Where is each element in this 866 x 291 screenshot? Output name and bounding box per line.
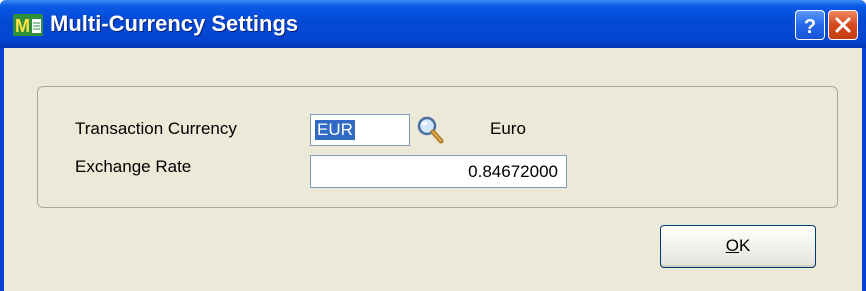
magnifier-lookup-icon[interactable]	[415, 113, 445, 147]
transaction-currency-value: EUR	[315, 120, 355, 140]
ok-button[interactable]: OK	[660, 225, 816, 268]
svg-text:M: M	[15, 16, 30, 36]
close-button[interactable]	[828, 10, 858, 40]
svg-text:?: ?	[804, 16, 816, 38]
help-button[interactable]: ?	[795, 10, 825, 40]
window-title: Multi-Currency Settings	[50, 11, 299, 36]
ok-label-rest: K	[738, 236, 751, 255]
transaction-currency-input[interactable]: EUR	[310, 114, 410, 146]
title-bar[interactable]: M Multi-Currency Settings ?	[0, 0, 866, 48]
transaction-currency-label: Transaction Currency	[75, 119, 237, 138]
currency-description: Euro	[490, 119, 526, 138]
exchange-rate-value: 0.84672000	[468, 162, 558, 181]
exchange-rate-label: Exchange Rate	[75, 157, 192, 176]
app-icon: M	[13, 14, 43, 36]
exchange-rate-input[interactable]: 0.84672000	[310, 155, 567, 188]
ok-mnemonic: O	[725, 236, 739, 255]
dialog-body: Transaction Currency EUR Euro Exchange R…	[4, 48, 862, 291]
dialog-window: M Multi-Currency Settings ? Transaction …	[0, 0, 866, 291]
